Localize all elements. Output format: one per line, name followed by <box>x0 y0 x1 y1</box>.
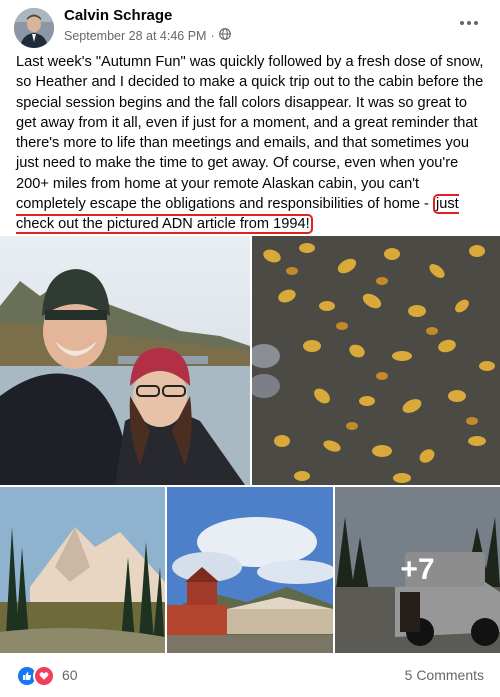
photo-truck[interactable]: +7 <box>335 487 500 653</box>
more-photos-count: +7 <box>400 553 435 586</box>
post-text: Last week's "Autumn Fun" was quickly fol… <box>16 52 486 235</box>
more-options-icon[interactable] <box>456 12 482 34</box>
love-icon <box>33 665 55 687</box>
comments-link[interactable]: 5 Comments <box>405 667 484 683</box>
photo-buildings[interactable] <box>167 487 333 653</box>
photo-mountain[interactable] <box>0 487 165 653</box>
post-meta: September 28 at 4:46 PM · <box>64 28 231 43</box>
more-photos-overlay[interactable]: +7 <box>335 487 500 653</box>
meta-separator: · <box>210 28 215 43</box>
facebook-post: Calvin Schrage September 28 at 4:46 PM ·… <box>0 0 500 697</box>
reactions-summary[interactable] <box>16 665 55 687</box>
post-footer: 60 5 Comments <box>0 661 500 691</box>
reaction-count[interactable]: 60 <box>62 667 78 683</box>
photo-selfie[interactable] <box>0 236 250 485</box>
post-date[interactable]: September 28 at 4:46 PM <box>64 29 206 43</box>
photo-leaves[interactable] <box>252 236 500 485</box>
author-name[interactable]: Calvin Schrage <box>64 7 172 24</box>
post-text-body: Last week's "Autumn Fun" was quickly fol… <box>16 54 484 213</box>
author-avatar[interactable] <box>14 8 54 48</box>
globe-icon[interactable] <box>218 28 231 43</box>
